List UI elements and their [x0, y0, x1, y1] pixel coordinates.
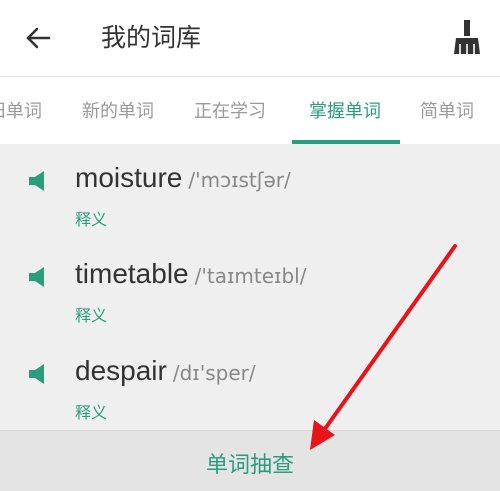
- word-list-item: timetable/'taɪmteɪbl/ 释义: [0, 246, 500, 342]
- word-phonetic: /'taɪmteɪbl/: [194, 264, 307, 288]
- meaning-link[interactable]: 释义: [75, 302, 107, 326]
- page-title: 我的词库: [101, 23, 202, 52]
- back-button[interactable]: [22, 22, 54, 54]
- tab-learning[interactable]: 正在学习: [194, 97, 266, 123]
- arrow-left-icon: [26, 27, 51, 49]
- top-app-bar: 我的词库: [0, 0, 500, 76]
- speaker-icon[interactable]: [27, 363, 49, 385]
- tab-old-words[interactable]: 旧单词: [0, 97, 42, 123]
- word-entry: moisture/'mɔɪstʃər/: [75, 162, 291, 194]
- word-phonetic: /'mɔɪstʃər/: [188, 168, 291, 192]
- word-text: timetable: [75, 258, 189, 289]
- word-text: moisture: [75, 162, 183, 193]
- tab-simple-words[interactable]: 简单词: [420, 97, 474, 123]
- speaker-icon[interactable]: [27, 266, 49, 288]
- speaker-icon[interactable]: [27, 170, 49, 192]
- bottom-action-bar: 单词抽查: [0, 430, 500, 491]
- word-text: despair: [75, 355, 167, 386]
- word-list-item: despair/dɪ'sper/ 释义: [0, 343, 500, 439]
- meaning-link[interactable]: 释义: [75, 206, 107, 230]
- tab-new-words[interactable]: 新的单词: [82, 97, 154, 123]
- word-spot-check-button[interactable]: 单词抽查: [0, 447, 500, 479]
- word-phonetic: /dɪ'sper/: [172, 361, 256, 385]
- word-entry: timetable/'taɪmteɪbl/: [75, 258, 306, 290]
- clear-button[interactable]: [448, 18, 484, 58]
- tab-bar: 旧单词 新的单词 正在学习 掌握单词 简单词: [0, 76, 500, 144]
- word-list-item: moisture/'mɔɪstʃər/ 释义: [0, 150, 500, 246]
- word-entry: despair/dɪ'sper/: [75, 355, 256, 387]
- meaning-link[interactable]: 释义: [75, 399, 107, 423]
- tab-mastered-words[interactable]: 掌握单词: [309, 97, 381, 123]
- broom-icon: [454, 20, 480, 54]
- tab-indicator: [292, 140, 400, 144]
